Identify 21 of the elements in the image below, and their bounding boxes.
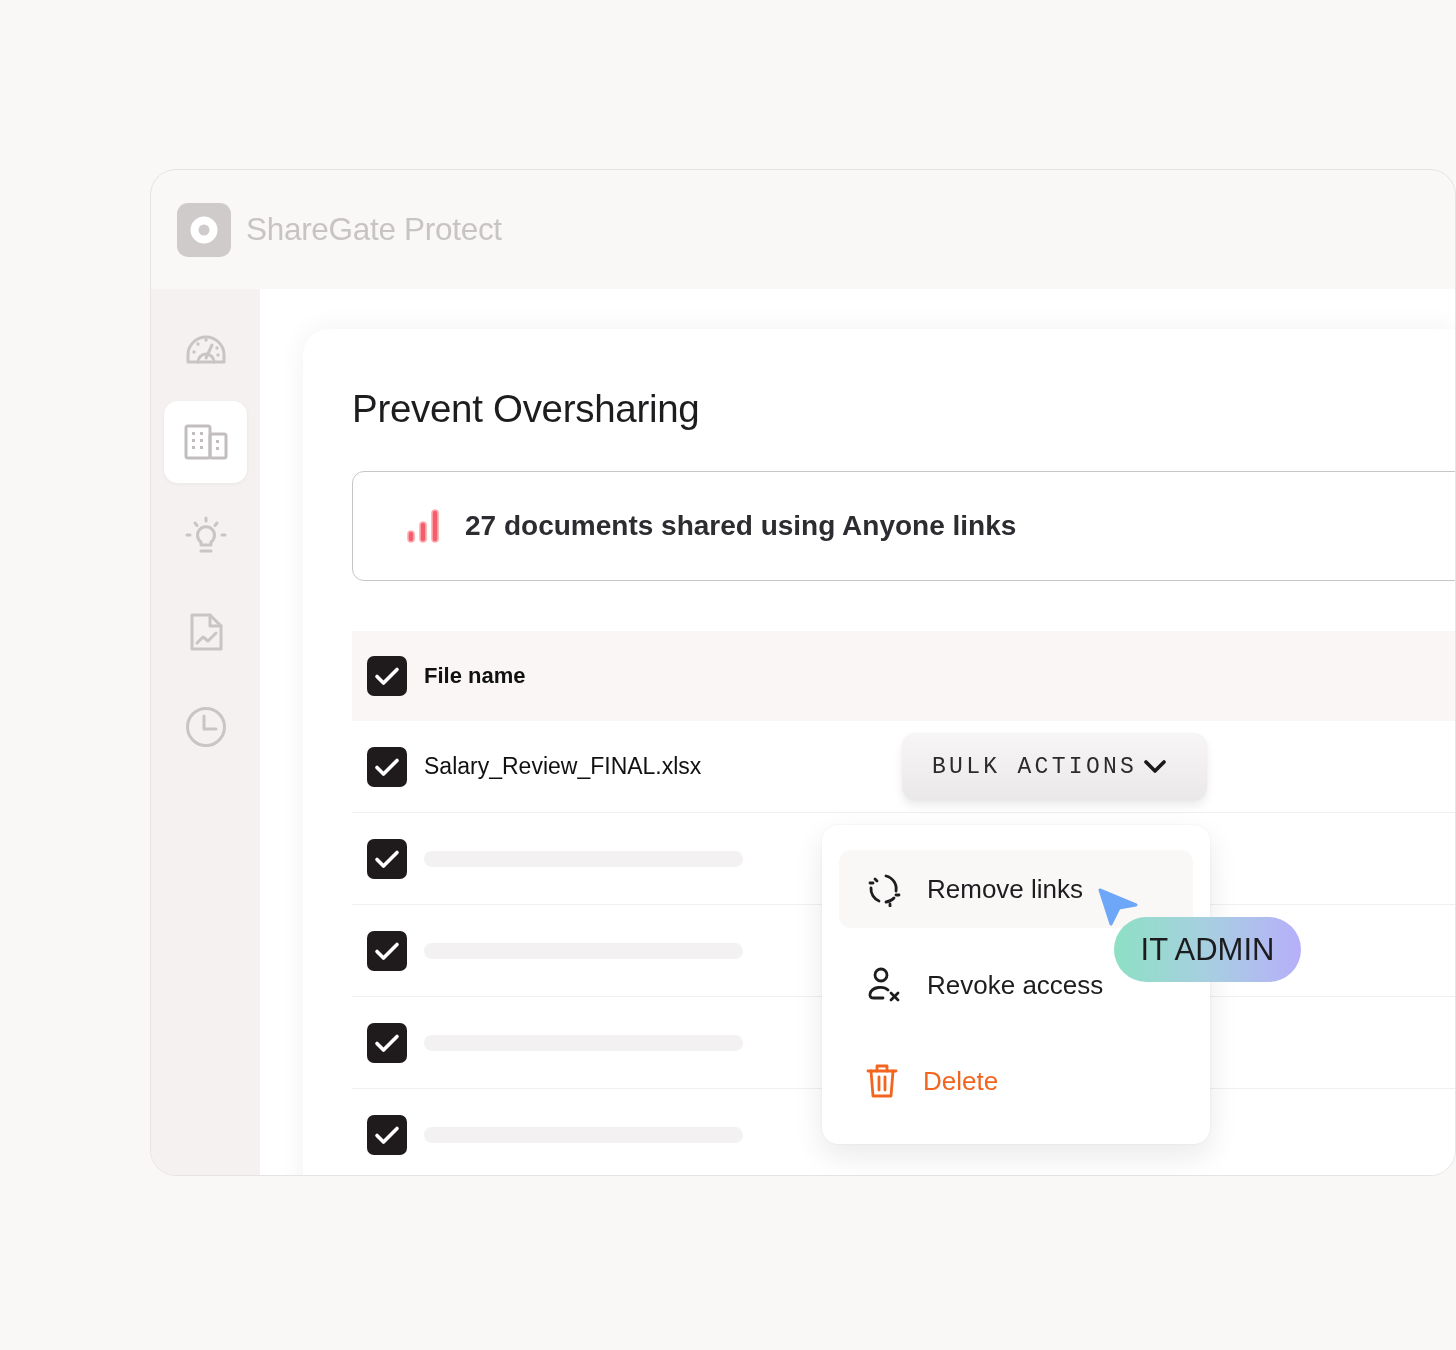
checkbox[interactable] (367, 656, 407, 696)
bulk-actions-button[interactable]: BULK ACTIONS (902, 732, 1207, 801)
signal-bars-icon (407, 509, 441, 543)
column-header: File name (424, 663, 526, 689)
page-title: Prevent Oversharing (352, 386, 700, 432)
checkbox[interactable] (367, 1022, 407, 1063)
user-label: IT ADMIN (1114, 917, 1301, 982)
alert-text: 27 documents shared using Anyone links (465, 510, 1017, 542)
checkbox[interactable] (367, 1114, 407, 1155)
clock-icon (184, 706, 227, 748)
trash-icon (866, 1063, 898, 1099)
building-icon (183, 424, 228, 460)
checkbox[interactable] (367, 746, 407, 787)
chevron-down-icon (1143, 758, 1168, 775)
menu-item[interactable]: Remove links (839, 850, 1193, 928)
logo-icon (177, 202, 231, 257)
person-remove-icon (866, 967, 902, 1003)
checkbox[interactable] (367, 930, 407, 971)
checkbox[interactable] (367, 838, 407, 879)
menu-item[interactable]: Revoke access (839, 946, 1112, 1024)
file-name: Salary_Review_FINAL.xlsx (424, 753, 702, 779)
